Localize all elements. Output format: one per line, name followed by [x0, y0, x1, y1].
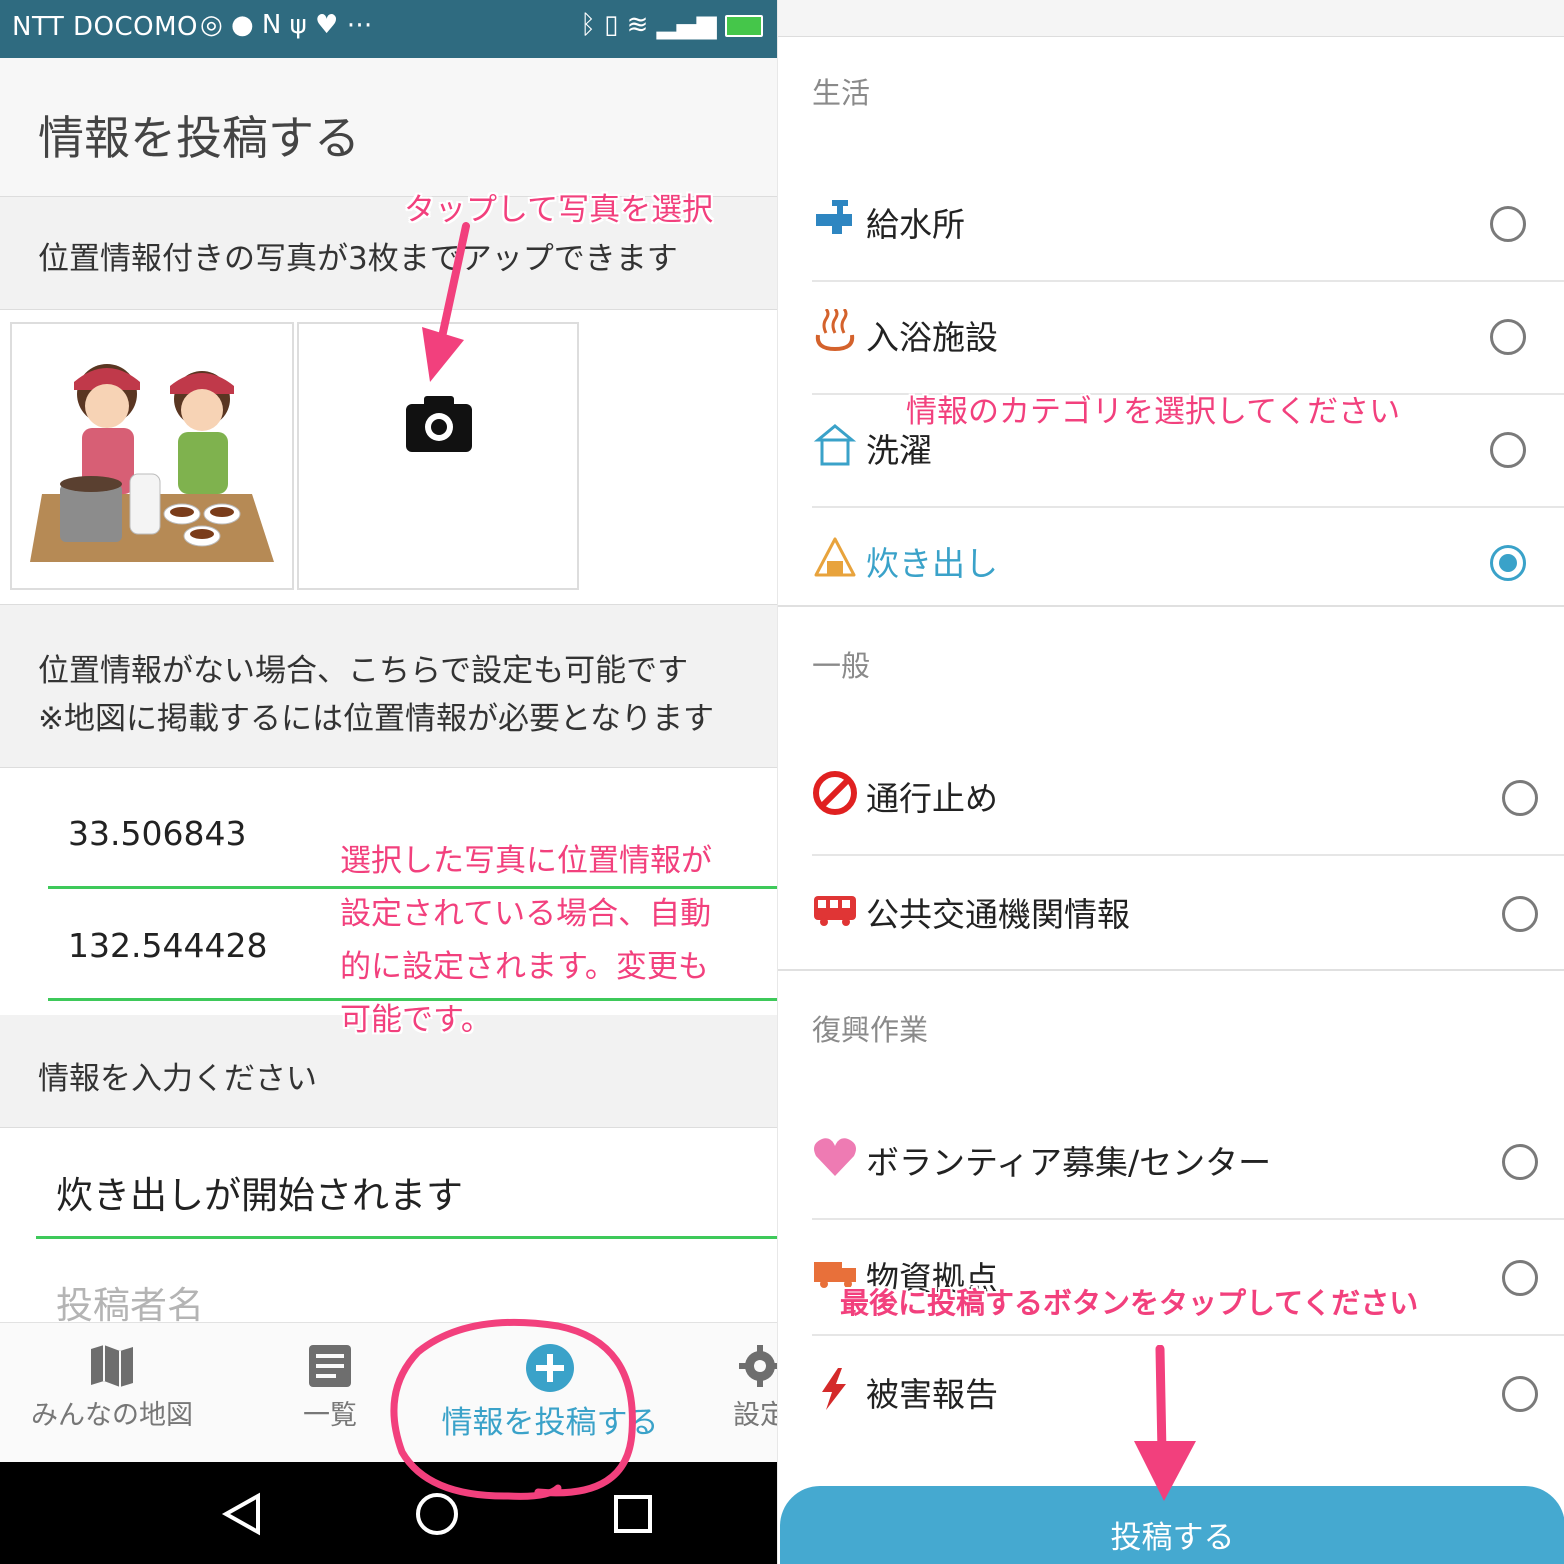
line-icon: ●	[230, 10, 254, 40]
annotation-arrow-submit	[1134, 1345, 1196, 1501]
app-bar: 情報を投稿する	[0, 58, 777, 197]
usb-icon: ψ	[289, 10, 307, 40]
category-row-road-closed[interactable]: 通行止め	[812, 742, 1564, 856]
battery-icon	[725, 14, 763, 37]
radio-button[interactable]	[1502, 1260, 1538, 1296]
heart-icon	[814, 1138, 856, 1176]
category-label: 被害報告	[866, 1375, 998, 1414]
location-note-band: 位置情報がない場合、こちらで設定も可能です ※地図に掲載するには位置情報が必要と…	[0, 604, 777, 768]
submit-label: 投稿する	[1110, 1520, 1235, 1556]
category-row-bath[interactable]: 入浴施設	[812, 281, 1564, 395]
camera-icon	[406, 396, 472, 452]
info-prompt: 情報を入力ください	[38, 1061, 317, 1097]
category-row-water[interactable]: 給水所	[812, 168, 1564, 282]
radio-button[interactable]	[1502, 896, 1538, 932]
hot-spring-icon	[815, 309, 855, 352]
signal-icon: ▂▄▆	[656, 10, 717, 40]
category-row-volunteer[interactable]: ボランティア募集/センター	[812, 1106, 1564, 1220]
latitude-field[interactable]: 33.506843	[68, 814, 246, 853]
location-required-note: ※地図に掲載するには位置情報が必要となります	[38, 701, 715, 737]
status-bar: NTT DOCOMO ◎ ● N ψ ♥ ⋯ ᛒ ▯ ≋ ▂▄▆	[0, 0, 777, 58]
category-label: 洗濯	[866, 431, 932, 470]
water-tap-icon	[816, 200, 852, 234]
nav-item-settings[interactable]: 設定	[720, 1343, 777, 1432]
section-title-recovery: 復興作業	[812, 1013, 929, 1047]
page-title: 情報を投稿する	[38, 111, 360, 165]
nfc-icon: N	[261, 10, 282, 40]
bus-icon	[814, 896, 856, 926]
vibrate-icon: ▯	[604, 10, 619, 40]
map-icon	[91, 1345, 133, 1387]
section-divider	[778, 969, 1564, 971]
more-notifications: ⋯	[346, 10, 373, 40]
gear-icon	[739, 1345, 777, 1387]
cooking-illustration	[30, 364, 274, 562]
longitude-field[interactable]: 132.544428	[68, 926, 267, 965]
photo-thumbnail[interactable]	[10, 322, 294, 590]
bluetooth-icon: ᛒ	[580, 10, 596, 40]
annotation-circle-post-tab	[390, 1318, 636, 1500]
section-divider	[778, 605, 1564, 607]
radio-button[interactable]	[1490, 206, 1526, 242]
annotation-select-category: 情報のカテゴリを選択してください	[906, 394, 1401, 430]
category-row-soup-kitchen[interactable]: 炊き出し	[812, 507, 1564, 619]
radio-button[interactable]	[1490, 319, 1526, 355]
author-name-field[interactable]: 投稿者名	[56, 1275, 204, 1329]
hanger-icon	[813, 424, 857, 466]
wifi-icon: ≋	[626, 10, 649, 40]
annotation-arrow-photo	[422, 222, 470, 382]
info-text-field[interactable]: 炊き出しが開始されます	[56, 1165, 463, 1219]
category-label: 公共交通機関情報	[866, 895, 1130, 934]
category-label: ボランティア募集/センター	[866, 1143, 1272, 1182]
back-button[interactable]	[221, 1492, 260, 1536]
no-entry-icon	[813, 771, 857, 815]
category-label: 入浴施設	[866, 318, 998, 357]
nav-label-list: 一覧	[303, 1400, 357, 1431]
nav-label-map: みんなの地図	[31, 1400, 193, 1431]
radio-button[interactable]	[1490, 432, 1526, 468]
radio-button[interactable]	[1502, 1376, 1538, 1412]
section-title-general: 一般	[812, 649, 871, 683]
category-screen: 生活 給水所 入浴施設 洗濯 炊き出し 一般 通行止め 公共交通機関情報 復興作…	[777, 0, 1564, 1564]
info-underline	[36, 1236, 777, 1239]
carrier-name: NTT DOCOMO	[12, 12, 199, 42]
nav-item-map[interactable]: みんなの地図	[22, 1343, 202, 1432]
rice-ball-icon	[814, 537, 856, 577]
nav-item-list[interactable]: 一覧	[290, 1343, 370, 1432]
lightning-icon	[822, 1368, 846, 1410]
radio-button[interactable]	[1502, 780, 1538, 816]
list-icon	[309, 1345, 351, 1387]
category-label: 給水所	[866, 205, 965, 244]
radio-button[interactable]	[1502, 1144, 1538, 1180]
system-status-icons: ᛒ ▯ ≋ ▂▄▆	[580, 10, 763, 40]
category-label: 炊き出し	[866, 544, 998, 583]
heart-rate-icon: ♥	[315, 10, 339, 40]
annotation-tap-submit: 最後に投稿するボタンをタップしてください	[840, 1286, 1419, 1320]
photo-info-text: 位置情報付きの写真が3枚までアップできます	[38, 241, 678, 277]
category-row-transit[interactable]: 公共交通機関情報	[812, 858, 1564, 970]
section-title-living: 生活	[812, 76, 871, 110]
chrome-icon: ◎	[200, 10, 223, 40]
radio-button-selected[interactable]	[1490, 545, 1526, 581]
nav-label-settings: 設定	[733, 1400, 777, 1431]
annotation-auto-location: 選択した写真に位置情報が 設定されている場合、自動 的に設定されます。変更も 可…	[340, 843, 712, 1038]
category-label: 通行止め	[866, 779, 998, 818]
notification-icons: ◎ ● N ψ ♥ ⋯	[200, 10, 373, 40]
location-note: 位置情報がない場合、こちらで設定も可能です	[38, 653, 689, 689]
right-top-bar	[778, 0, 1564, 37]
